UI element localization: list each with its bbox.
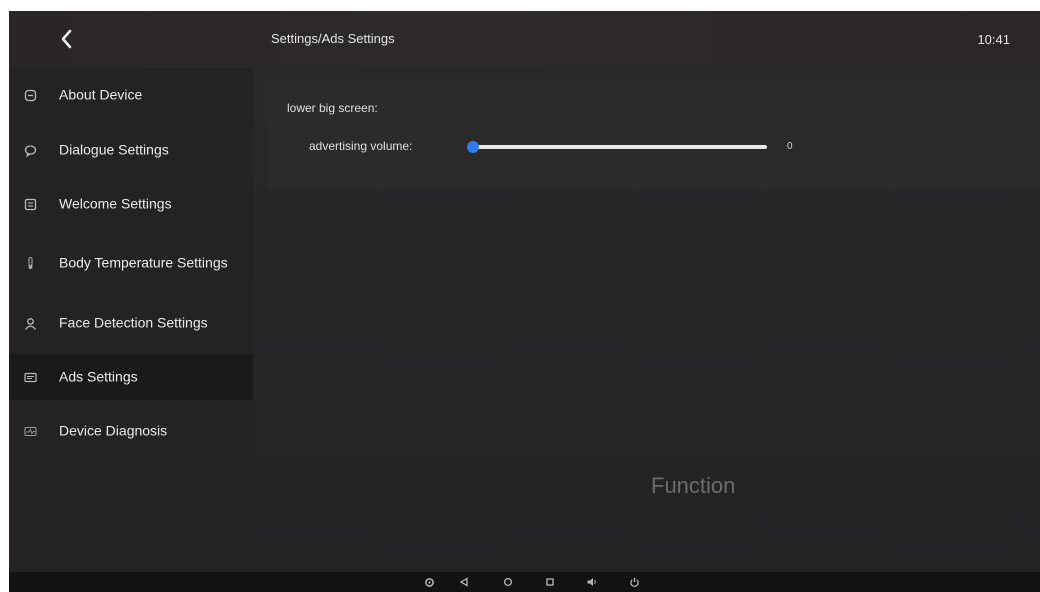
sidebar-item-label: Body Temperature Settings <box>59 254 228 271</box>
chat-icon <box>23 143 37 157</box>
settings-panel: lower big screen: advertising volume: 0 <box>267 80 1040 190</box>
chevron-left-icon <box>61 29 72 49</box>
section-title: lower big screen: <box>287 101 378 115</box>
breadcrumb: Settings/Ads Settings <box>271 31 395 46</box>
sidebar-item-device-diagnosis[interactable]: Device Diagnosis <box>9 408 253 454</box>
recents-icon <box>546 578 554 586</box>
back-icon <box>459 577 468 587</box>
sidebar-item-label: Device Diagnosis <box>59 422 168 439</box>
power-nav-button[interactable] <box>627 575 641 589</box>
sidebar-item-label: Face Detection Settings <box>59 314 208 331</box>
top-bar: Settings/Ads Settings 10:41 <box>9 11 1040 68</box>
sidebar-item-label: Welcome Settings <box>59 195 172 212</box>
back-nav-button[interactable] <box>457 575 471 589</box>
person-icon <box>23 316 37 330</box>
settings-nav-button[interactable] <box>422 575 436 589</box>
sidebar-item-dialogue-settings[interactable]: Dialogue Settings <box>9 127 253 173</box>
system-nav-bar <box>9 572 1040 592</box>
status-clock: 10:41 <box>977 32 1010 47</box>
ads-icon <box>23 370 37 384</box>
advertising-volume-label: advertising volume: <box>309 139 413 153</box>
sidebar-item-face-detection-settings[interactable]: Face Detection Settings <box>9 300 253 346</box>
sidebar-item-welcome-settings[interactable]: Welcome Settings <box>9 181 253 227</box>
sidebar-item-about-device[interactable]: About Device <box>9 72 253 118</box>
main-content: lower big screen: advertising volume: 0 … <box>253 68 1040 572</box>
home-nav-button[interactable] <box>501 575 515 589</box>
back-button[interactable] <box>53 25 79 53</box>
thermometer-icon <box>23 256 37 270</box>
sidebar-item-body-temperature-settings[interactable]: Body Temperature Settings <box>9 236 253 290</box>
volume-nav-button[interactable] <box>585 575 599 589</box>
diagnosis-icon <box>23 424 37 438</box>
sidebar-item-label: Ads Settings <box>59 368 138 385</box>
slider-thumb[interactable] <box>467 141 479 153</box>
volume-icon <box>587 578 596 586</box>
settings-icon <box>424 577 434 587</box>
sidebar-item-ads-settings[interactable]: Ads Settings <box>9 354 253 400</box>
recents-nav-button[interactable] <box>543 575 557 589</box>
sidebar: About Device Dialogue Settings Welcome S… <box>9 68 253 572</box>
welcome-card-icon <box>23 197 37 211</box>
device-info-icon <box>23 88 37 102</box>
function-caption: Function <box>651 473 736 498</box>
volume-value: 0 <box>787 141 793 152</box>
power-icon <box>629 577 639 587</box>
sidebar-item-label: About Device <box>59 86 143 103</box>
sidebar-item-label: Dialogue Settings <box>59 141 169 158</box>
device-screen: Settings/Ads Settings 10:41 About Device… <box>9 11 1040 592</box>
advertising-volume-slider[interactable] <box>467 141 767 153</box>
home-icon <box>503 577 513 587</box>
